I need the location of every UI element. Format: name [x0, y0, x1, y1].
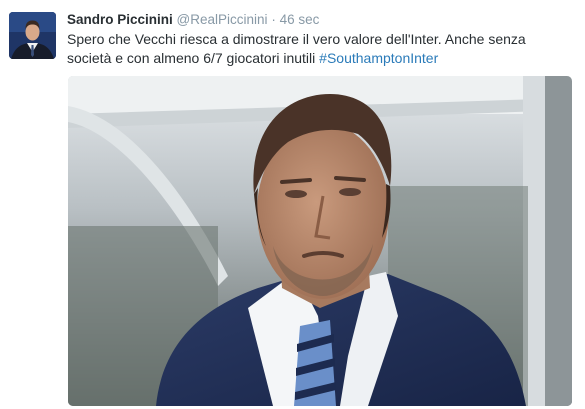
author-handle[interactable]: @RealPiccinini	[177, 12, 268, 27]
tweet-text: Spero che Vecchi riesca a dimostrare il …	[67, 30, 572, 68]
hashtag-link[interactable]: #SouthamptonInter	[319, 50, 438, 66]
tweet-media[interactable]	[68, 76, 572, 406]
tweet-header: Sandro Piccinini @RealPiccinini · 46 sec	[67, 12, 319, 28]
separator-dot: ·	[271, 12, 276, 27]
avatar[interactable]	[9, 12, 56, 59]
timestamp[interactable]: 46 sec	[280, 12, 320, 27]
author-name[interactable]: Sandro Piccinini	[67, 12, 173, 27]
tweet-card: Sandro Piccinini @RealPiccinini · 46 sec…	[0, 0, 585, 409]
media-photo	[68, 76, 572, 406]
avatar-photo	[9, 12, 56, 59]
tweet-text-body: Spero che Vecchi riesca a dimostrare il …	[67, 31, 526, 66]
